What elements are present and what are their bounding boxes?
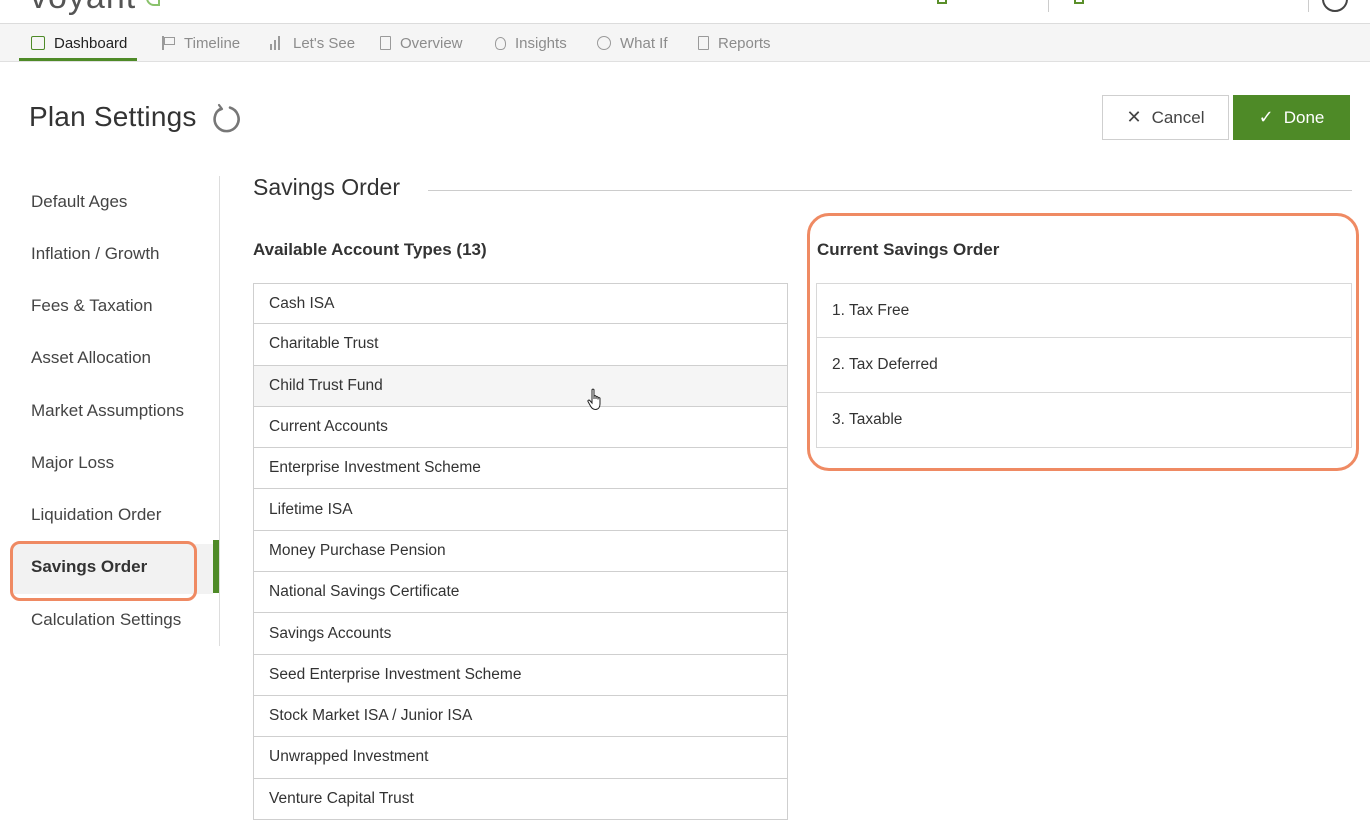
list-item[interactable]: Current Accounts xyxy=(253,406,788,449)
tab-insights[interactable]: Insights xyxy=(495,24,567,62)
dashboard-icon xyxy=(31,36,45,50)
list-item[interactable]: 2. Tax Deferred xyxy=(816,338,1352,393)
settings-sidebar: Default Ages Inflation / Growth Fees & T… xyxy=(0,176,220,646)
close-icon: ✕ xyxy=(1126,107,1142,127)
sidebar-item-liquidation-order[interactable]: Liquidation Order xyxy=(31,505,161,525)
available-accounts-list: Cash ISA Charitable Trust Child Trust Fu… xyxy=(253,283,788,820)
main-nav: Dashboard Timeline Let's See Overview In… xyxy=(0,24,1370,62)
section-divider xyxy=(428,190,1352,191)
cancel-button[interactable]: ✕ Cancel xyxy=(1102,95,1229,140)
current-order-heading: Current Savings Order xyxy=(817,240,1000,259)
header-icon[interactable] xyxy=(937,0,947,4)
what-if-icon xyxy=(597,36,611,50)
current-savings-order-list: 1. Tax Free 2. Tax Deferred 3. Taxable xyxy=(816,283,1352,448)
reset-icon[interactable] xyxy=(210,103,242,135)
tab-what-if[interactable]: What If xyxy=(597,24,668,62)
list-item[interactable]: Seed Enterprise Investment Scheme xyxy=(253,654,788,696)
sidebar-item-savings-order[interactable]: Savings Order xyxy=(31,557,147,577)
user-avatar-icon[interactable] xyxy=(1322,0,1348,12)
list-item[interactable]: Unwrapped Investment xyxy=(253,737,788,779)
tab-label: Let's See xyxy=(293,34,356,52)
tab-label: Reports xyxy=(718,34,771,52)
list-item[interactable]: Money Purchase Pension xyxy=(253,530,788,573)
sidebar-item-market-assumptions[interactable]: Market Assumptions xyxy=(31,401,184,421)
sidebar-item-asset-allocation[interactable]: Asset Allocation xyxy=(31,348,151,368)
sidebar-active-indicator xyxy=(213,540,219,593)
tab-timeline[interactable]: Timeline xyxy=(161,24,240,62)
sidebar-item-major-loss[interactable]: Major Loss xyxy=(31,453,114,473)
checkmark-icon: ✓ xyxy=(1258,107,1274,127)
flag-icon xyxy=(161,36,175,50)
list-item[interactable]: Venture Capital Trust xyxy=(253,778,788,820)
tab-reports[interactable]: Reports xyxy=(698,24,771,62)
bar-chart-icon xyxy=(270,36,284,50)
header-icon[interactable] xyxy=(1074,0,1084,4)
tab-label: What If xyxy=(620,34,668,52)
list-item[interactable]: Charitable Trust xyxy=(253,324,788,366)
sidebar-item-calculation-settings[interactable]: Calculation Settings xyxy=(31,610,181,630)
tab-lets-see[interactable]: Let's See xyxy=(270,24,355,62)
report-icon xyxy=(698,36,709,50)
tab-dashboard[interactable]: Dashboard xyxy=(18,24,138,62)
cancel-label: Cancel xyxy=(1151,107,1205,127)
app-header: voyant xyxy=(0,0,1370,24)
app-logo[interactable]: voyant xyxy=(30,0,136,17)
header-divider xyxy=(1048,0,1049,12)
tab-label: Insights xyxy=(515,34,567,52)
list-item[interactable]: Cash ISA xyxy=(253,283,788,325)
done-button[interactable]: ✓ Done xyxy=(1233,95,1350,140)
list-item[interactable]: Savings Accounts xyxy=(253,613,788,655)
tab-label: Timeline xyxy=(184,34,241,52)
tab-label: Overview xyxy=(400,34,463,52)
list-item[interactable]: 3. Taxable xyxy=(816,393,1352,448)
list-item[interactable]: Child Trust Fund xyxy=(253,365,788,407)
list-item[interactable]: National Savings Certificate xyxy=(253,572,788,614)
sidebar-item-fees-taxation[interactable]: Fees & Taxation xyxy=(31,296,153,316)
available-accounts-heading: Available Account Types (13) xyxy=(253,240,487,259)
lightbulb-icon xyxy=(495,36,506,50)
list-item[interactable]: 1. Tax Free xyxy=(816,283,1352,338)
tab-label: Dashboard xyxy=(54,34,128,52)
done-label: Done xyxy=(1283,107,1325,127)
header-divider xyxy=(1308,0,1309,12)
page-title: Plan Settings xyxy=(29,101,197,132)
tab-overview[interactable]: Overview xyxy=(380,24,463,62)
list-item[interactable]: Lifetime ISA xyxy=(253,489,788,531)
list-item[interactable]: Stock Market ISA / Junior ISA xyxy=(253,695,788,738)
logo-leaf-icon xyxy=(146,0,160,6)
document-icon xyxy=(380,36,391,50)
sidebar-item-default-ages[interactable]: Default Ages xyxy=(31,192,127,212)
list-item[interactable]: Enterprise Investment Scheme xyxy=(253,448,788,490)
sidebar-item-inflation-growth[interactable]: Inflation / Growth xyxy=(31,244,160,264)
section-title: Savings Order xyxy=(253,174,401,200)
